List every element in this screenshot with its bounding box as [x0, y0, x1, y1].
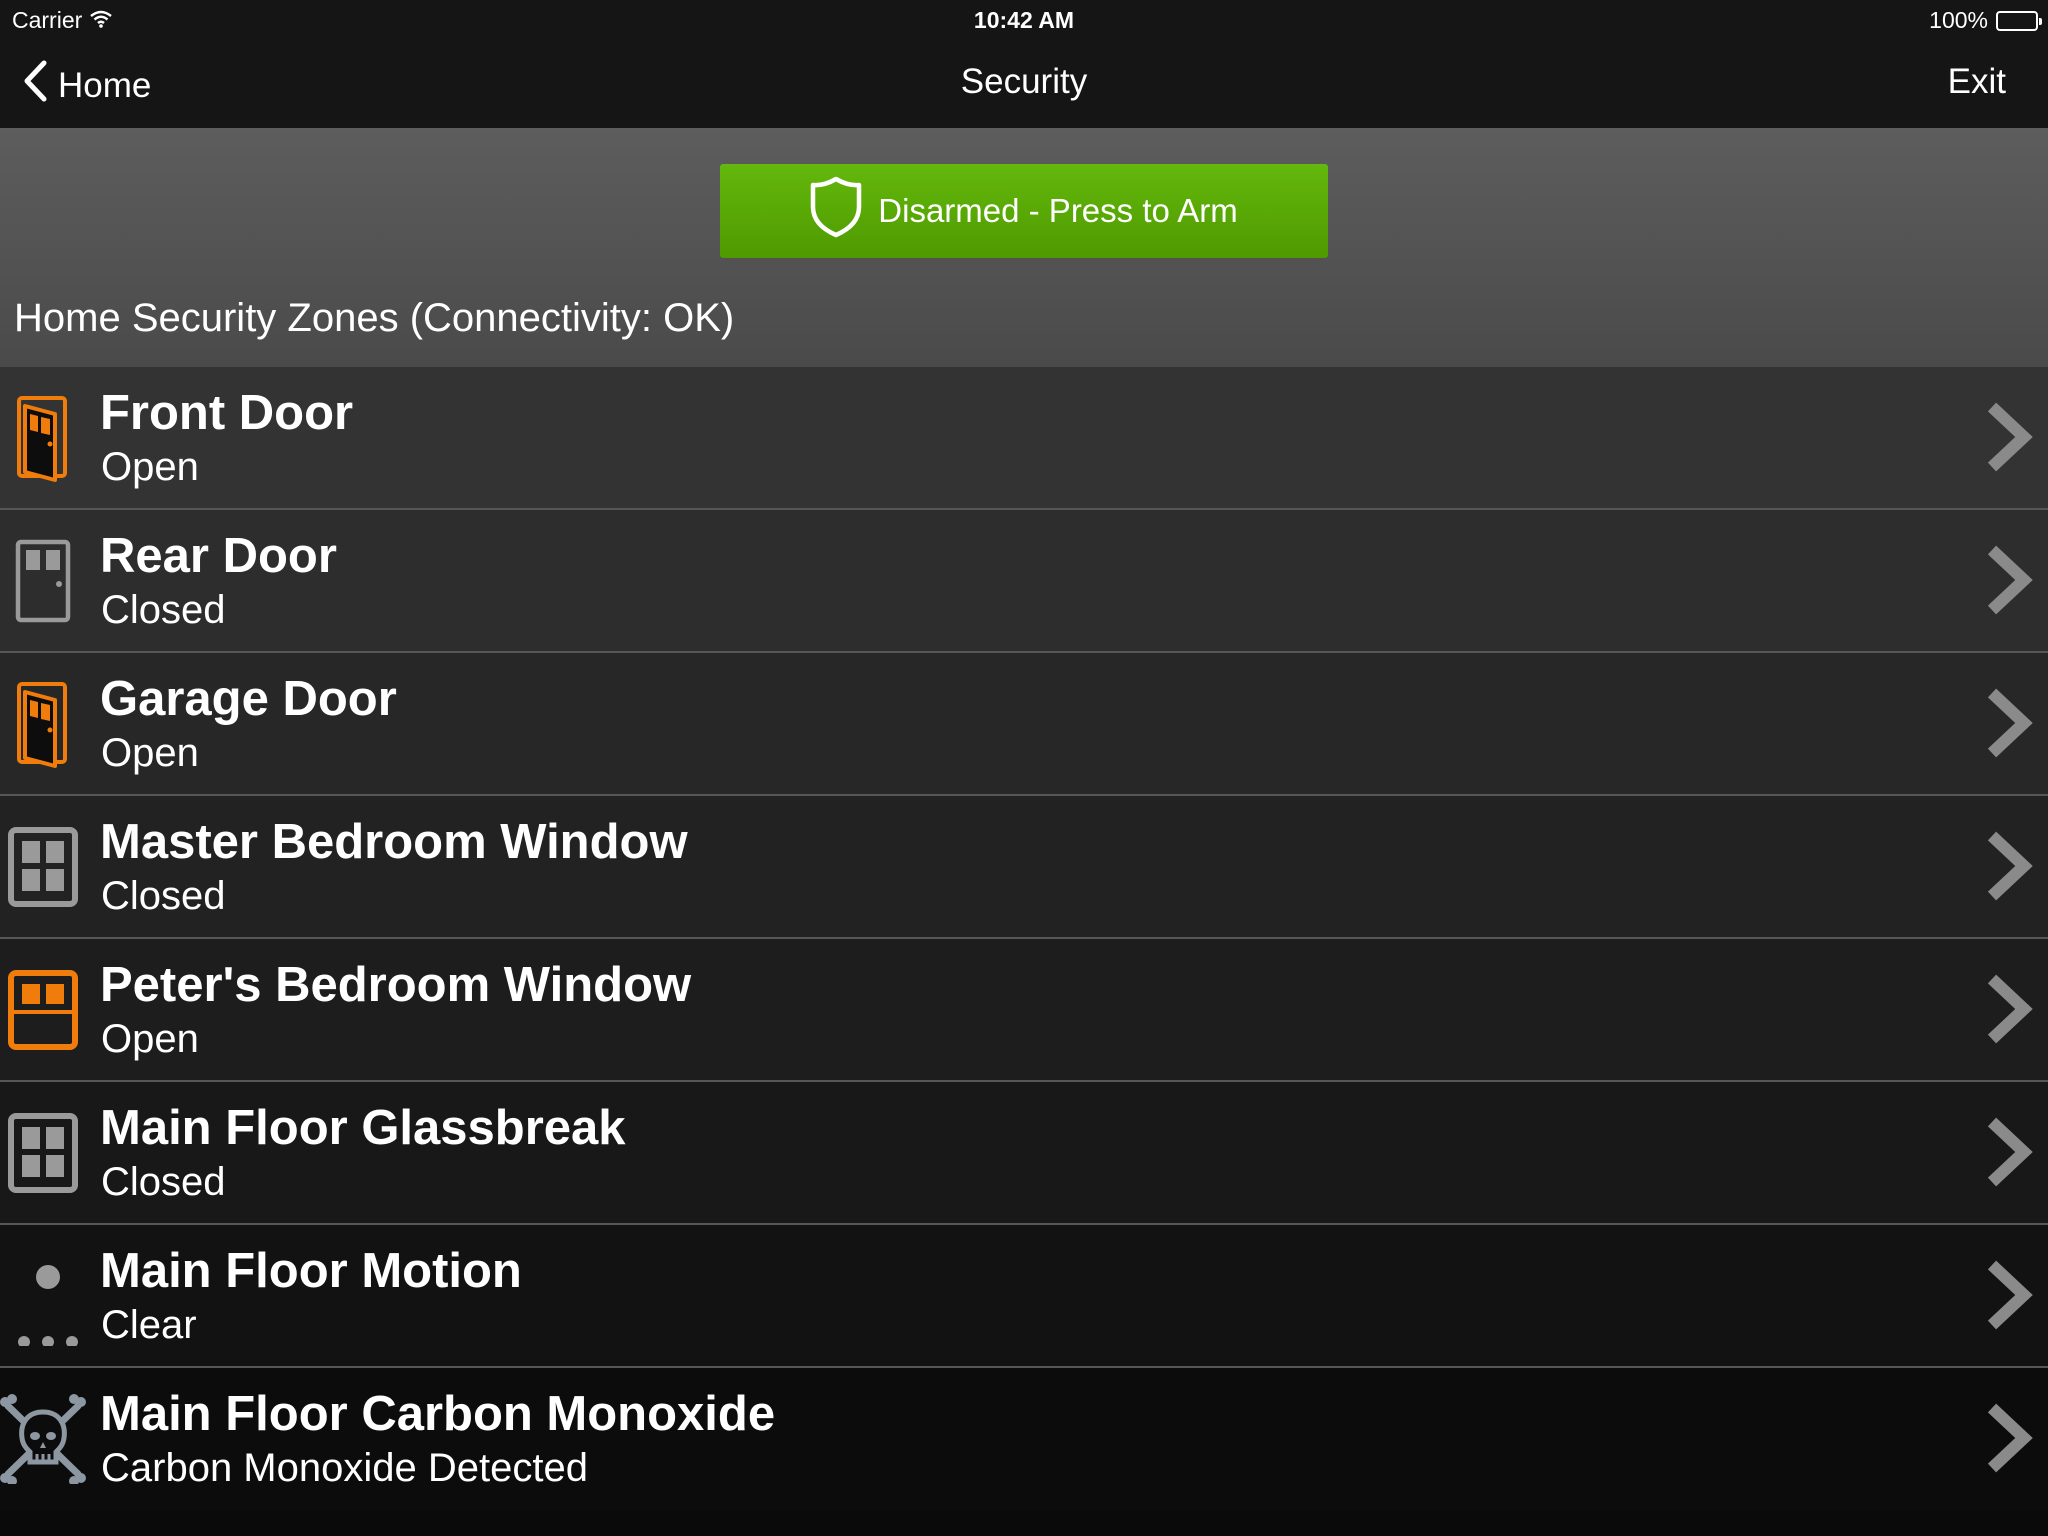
chevron-right-icon: [1984, 1402, 2034, 1479]
battery-indicator: 100%: [1929, 7, 2042, 34]
zone-name: Main Floor Glassbreak: [100, 1101, 626, 1155]
status-bar: Carrier 10:42 AM 100%: [0, 0, 2048, 40]
chevron-right-icon: [1984, 1259, 2034, 1336]
zone-status: Clear: [101, 1303, 197, 1347]
door-closed-icon: [0, 510, 86, 651]
zone-status: Open: [101, 1017, 199, 1061]
zone-row-master-bedroom-window[interactable]: Master Bedroom Window Closed: [0, 796, 2048, 939]
zone-name: Main Floor Carbon Monoxide: [100, 1387, 776, 1441]
zones-header: Home Security Zones (Connectivity: OK): [14, 296, 735, 340]
chevron-right-icon: [1984, 544, 2034, 621]
zone-name: Master Bedroom Window: [100, 815, 688, 869]
zone-row-main-floor-motion[interactable]: Main Floor Motion Clear: [0, 1225, 2048, 1368]
exit-button[interactable]: Exit: [1948, 62, 2006, 102]
zone-row-main-floor-carbon-monoxide[interactable]: Main Floor Carbon Monoxide Carbon Monoxi…: [0, 1368, 2048, 1511]
arm-button[interactable]: Disarmed - Press to Arm: [720, 164, 1328, 258]
security-header-panel: Disarmed - Press to Arm Home Security Zo…: [0, 128, 2048, 367]
door-open-icon: [0, 367, 86, 508]
arm-button-label: Disarmed - Press to Arm: [878, 192, 1238, 229]
motion-icon: [0, 1225, 86, 1366]
battery-icon: [1996, 10, 2042, 31]
zone-row-main-floor-glassbreak[interactable]: Main Floor Glassbreak Closed: [0, 1082, 2048, 1225]
zone-status: Open: [101, 445, 199, 489]
status-time: 10:42 AM: [973, 7, 1075, 33]
zone-row-front-door[interactable]: Front Door Open: [0, 367, 2048, 510]
door-open-icon: [0, 653, 86, 794]
zone-name: Front Door: [100, 386, 354, 440]
shield-icon: [810, 175, 862, 247]
zone-list: Front Door Open Rear Door Closed Garage …: [0, 367, 2048, 1511]
nav-bar: Home Security Exit: [0, 40, 2048, 128]
zone-status: Carbon Monoxide Detected: [101, 1446, 588, 1490]
battery-percent: 100%: [1929, 7, 1988, 33]
zone-row-peters-bedroom-window[interactable]: Peter's Bedroom Window Open: [0, 939, 2048, 1082]
chevron-right-icon: [1984, 830, 2034, 907]
zone-row-rear-door[interactable]: Rear Door Closed: [0, 510, 2048, 653]
zone-name: Garage Door: [100, 672, 397, 726]
zone-name: Peter's Bedroom Window: [100, 958, 692, 1012]
chevron-right-icon: [1984, 401, 2034, 478]
zone-status: Closed: [101, 1160, 226, 1204]
skull-crossbones-icon: [0, 1368, 86, 1509]
zone-row-garage-door[interactable]: Garage Door Open: [0, 653, 2048, 796]
window-closed-icon: [0, 1082, 86, 1223]
zone-status: Closed: [101, 588, 226, 632]
zone-name: Rear Door: [100, 529, 337, 583]
zone-name: Main Floor Motion: [100, 1244, 522, 1298]
page-title: Security: [960, 62, 1088, 101]
window-closed-icon: [0, 796, 86, 937]
zone-status: Closed: [101, 874, 226, 918]
chevron-right-icon: [1984, 973, 2034, 1050]
window-open-icon: [0, 939, 86, 1080]
zone-status: Open: [101, 731, 199, 775]
chevron-right-icon: [1984, 1116, 2034, 1193]
chevron-right-icon: [1984, 687, 2034, 764]
